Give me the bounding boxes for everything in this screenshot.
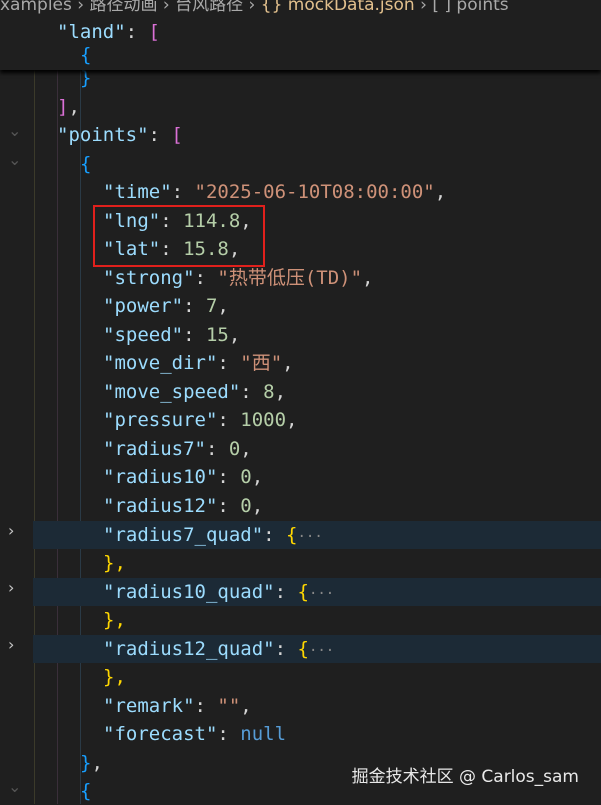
fold-open-icon[interactable]: ⌄ [8,150,21,169]
code-line[interactable]: }, [0,549,601,577]
folded-ellipsis[interactable]: ··· [298,529,323,545]
code-line[interactable]: ⌄{ [0,150,601,178]
code-line[interactable]: "pressure": 1000, [0,406,601,434]
fold-collapsed-icon[interactable]: › [8,521,14,540]
code-line[interactable]: "radius10": 0, [0,463,601,491]
breadcrumb-item[interactable]: 台风路径 [175,0,243,15]
code-line[interactable]: { [0,41,601,69]
code-line[interactable]: "time": "2025-06-10T08:00:00", [0,178,601,206]
code-line[interactable]: }, [0,606,601,634]
code-line[interactable]: "radius12": 0, [0,492,601,520]
fold-collapsed-icon[interactable]: › [8,578,14,597]
code-line[interactable]: "power": 7, [0,292,601,320]
code-line[interactable]: "strong": "热带低压(TD)", [0,264,601,292]
fold-open-icon[interactable]: ⌄ [8,777,21,796]
fold-open-icon[interactable]: ⌄ [8,121,21,140]
code-line[interactable]: "forecast": null [0,720,601,748]
sticky-scroll-header: xamples › 路径动画 › 台风路径 › {} mockData.json… [0,0,601,70]
code-line[interactable]: "lat": 15.8, [0,235,601,263]
highlight-annotation-box [93,205,265,267]
code-line[interactable]: ], [0,93,601,121]
code-line[interactable]: "move_speed": 8, [0,378,601,406]
breadcrumb-item[interactable]: 路径动画 [90,0,158,15]
folded-ellipsis[interactable]: ··· [309,643,334,659]
code-line[interactable]: › "radius7_quad": {··· [0,521,601,549]
code-line[interactable]: "remark": "", [0,692,601,720]
code-line[interactable]: ⌄ "points": [ [0,121,601,149]
watermark: 掘金技术社区 @ Carlos_sam [351,767,579,787]
breadcrumb-item[interactable]: xamples [0,0,72,15]
code-line[interactable]: "speed": 15, [0,321,601,349]
code-line[interactable]: }, [0,663,601,691]
code-line[interactable]: › "radius10_quad": {··· [0,578,601,606]
folded-ellipsis[interactable]: ··· [309,586,334,602]
code-line[interactable]: "radius7": 0, [0,435,601,463]
code-line[interactable]: "move_dir": "西", [0,349,601,377]
code-line[interactable]: › "radius12_quad": {··· [0,635,601,663]
fold-collapsed-icon[interactable]: › [8,635,14,654]
breadcrumb-file[interactable]: {} mockData.json [261,0,415,15]
code-line[interactable]: "lng": 114.8, [0,207,601,235]
breadcrumb: xamples › 路径动画 › 台风路径 › {} mockData.json… [0,0,509,15]
breadcrumb-symbol[interactable]: [ ] points [432,0,508,15]
